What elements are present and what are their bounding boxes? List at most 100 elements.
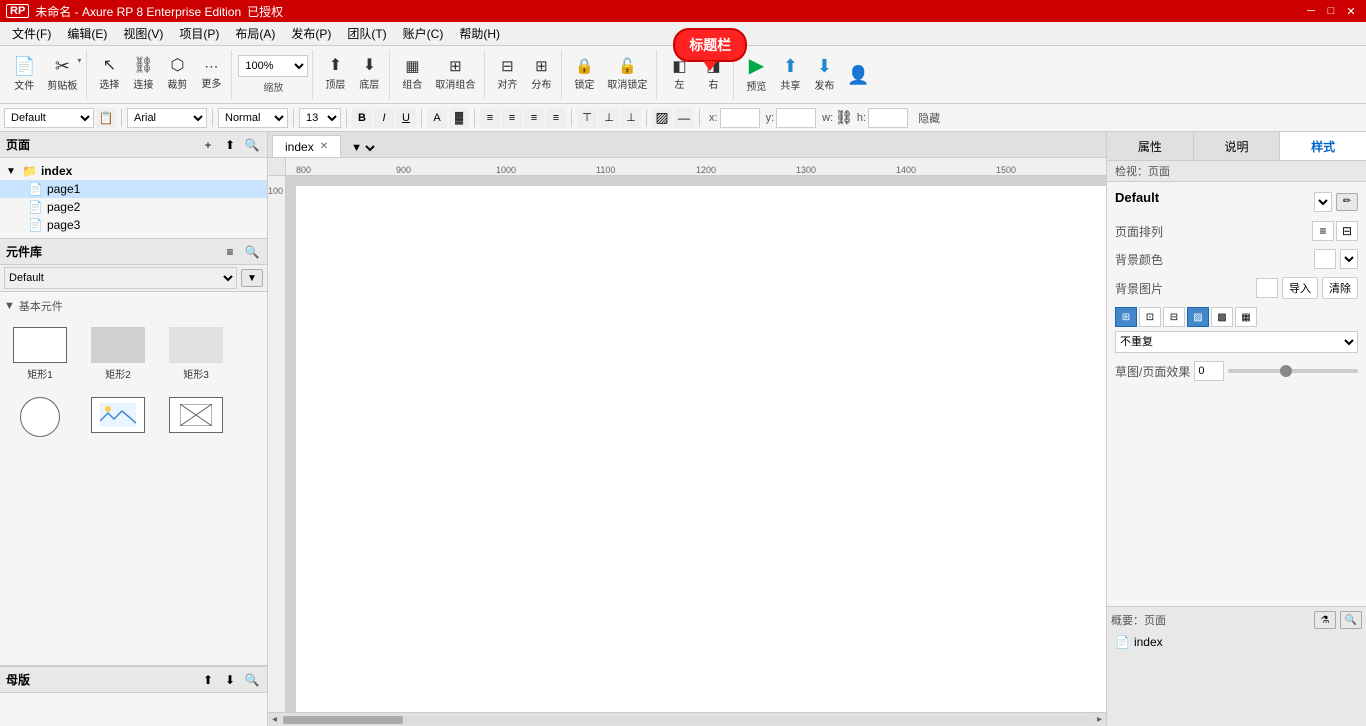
- toolbar-btn-connect[interactable]: ⛓ 连接: [127, 53, 159, 97]
- library-arrow-button[interactable]: ▼: [241, 269, 263, 287]
- component-rect3[interactable]: 矩形3: [160, 322, 232, 386]
- italic-button[interactable]: I: [374, 108, 394, 128]
- component-circle[interactable]: [4, 392, 76, 445]
- menu-team[interactable]: 团队(T): [339, 23, 394, 44]
- bg-effect-input[interactable]: [1194, 361, 1224, 381]
- toolbar-btn-select[interactable]: ↖ 选择: [93, 53, 125, 97]
- toolbar-btn-ungroup[interactable]: ⊞ 取消组合: [430, 53, 480, 97]
- bg-image-clear-button[interactable]: 清除: [1322, 277, 1358, 299]
- highlight-button[interactable]: ▓: [449, 108, 469, 128]
- menu-edit[interactable]: 编辑(E): [59, 23, 115, 44]
- page-root[interactable]: ▼ 📁 index: [0, 162, 267, 180]
- toolbar-btn-share[interactable]: ⬆ 共享: [774, 53, 806, 97]
- bold-button[interactable]: B: [352, 108, 372, 128]
- zoom-select[interactable]: 100% 75% 50% 150% 200%: [238, 55, 308, 77]
- style-manage-button[interactable]: 📋: [96, 108, 116, 128]
- toolbar-btn-clipboard[interactable]: ✂ 剪贴板 ▾: [42, 53, 82, 97]
- menu-project[interactable]: 项目(P): [171, 23, 227, 44]
- bg-color-swatch[interactable]: [1314, 249, 1336, 269]
- h-input[interactable]: [868, 108, 908, 128]
- components-menu-button[interactable]: ≡: [221, 243, 239, 261]
- font-select[interactable]: Arial: [127, 108, 207, 128]
- toolbar-btn-preview[interactable]: ▶ 预览: [740, 53, 772, 97]
- menu-help[interactable]: 帮助(H): [451, 23, 508, 44]
- align-right-button[interactable]: ≡: [524, 108, 544, 128]
- underline-button[interactable]: U: [396, 108, 416, 128]
- toolbar-btn-top[interactable]: ⬆ 顶层: [319, 53, 351, 97]
- masters-add-button[interactable]: ⬆: [199, 671, 217, 689]
- align-center-button[interactable]: ≡: [502, 108, 522, 128]
- masters-import-button[interactable]: ⬇: [221, 671, 239, 689]
- y-input[interactable]: [776, 108, 816, 128]
- h-scrollbar-track[interactable]: [283, 716, 1091, 724]
- toolbar-btn-publish[interactable]: ⬇ 发布: [808, 53, 840, 97]
- restore-button[interactable]: □: [1322, 3, 1340, 19]
- style-edit-button[interactable]: ✏: [1336, 193, 1358, 211]
- canvas-tab-close-button[interactable]: ✕: [320, 141, 328, 152]
- components-search-button[interactable]: 🔍: [243, 243, 261, 261]
- tile-btn-2[interactable]: ⊡: [1139, 307, 1161, 327]
- line-color-button[interactable]: —: [674, 108, 694, 128]
- canvas-tab-index[interactable]: index ✕: [272, 135, 341, 157]
- toolbar-btn-group[interactable]: ▦ 组合: [396, 53, 428, 97]
- scroll-right-arrow[interactable]: ▸: [1093, 714, 1106, 725]
- toolbar-btn-crop[interactable]: ⬡ 裁剪: [161, 53, 193, 97]
- effect-slider[interactable]: [1228, 369, 1358, 373]
- bg-image-import-button[interactable]: 导入: [1282, 277, 1318, 299]
- layout-rows-button[interactable]: ⊟: [1336, 221, 1358, 241]
- valign-top-button[interactable]: ⊤: [577, 108, 597, 128]
- font-color-button[interactable]: A: [427, 108, 447, 128]
- menu-account[interactable]: 账户(C): [395, 23, 452, 44]
- component-placeholder[interactable]: [160, 392, 232, 445]
- tile-btn-4[interactable]: ▨: [1187, 307, 1209, 327]
- canvas-viewport[interactable]: [286, 176, 1106, 712]
- toolbar-btn-right[interactable]: ◨ 右: [697, 53, 729, 97]
- component-image[interactable]: [82, 392, 154, 445]
- minimize-button[interactable]: ─: [1302, 3, 1320, 19]
- pages-add-button[interactable]: +: [199, 136, 217, 154]
- canvas-tab-scroll[interactable]: ▼: [347, 139, 378, 157]
- pages-search-button[interactable]: 🔍: [243, 136, 261, 154]
- component-rect2[interactable]: 矩形2: [82, 322, 154, 386]
- outline-filter-button[interactable]: ⚗: [1314, 611, 1336, 629]
- x-input[interactable]: [720, 108, 760, 128]
- close-button[interactable]: ✕: [1342, 3, 1360, 19]
- tile-btn-3[interactable]: ⊟: [1163, 307, 1185, 327]
- tile-btn-1[interactable]: ⊞: [1115, 307, 1137, 327]
- pages-export-button[interactable]: ⬆: [221, 136, 239, 154]
- right-tab-notes[interactable]: 说明: [1194, 132, 1281, 160]
- page-item-page1[interactable]: 📄 page1: [0, 180, 267, 198]
- page-item-page3[interactable]: 📄 page3: [0, 216, 267, 234]
- masters-search-button[interactable]: 🔍: [243, 671, 261, 689]
- right-tab-properties[interactable]: 属性: [1107, 132, 1194, 160]
- size-select[interactable]: 13 10 12 14 16 18: [299, 108, 341, 128]
- menu-file[interactable]: 文件(F): [4, 23, 59, 44]
- toolbar-btn-account[interactable]: 👤: [842, 53, 874, 97]
- align-left-button[interactable]: ≡: [480, 108, 500, 128]
- fill-color-button[interactable]: ▨: [652, 108, 672, 128]
- component-rect1[interactable]: 矩形1: [4, 322, 76, 386]
- menu-view[interactable]: 视图(V): [115, 23, 171, 44]
- menu-publish[interactable]: 发布(P): [283, 23, 339, 44]
- toolbar-btn-new[interactable]: 📄 文件: [8, 53, 40, 97]
- toolbar-btn-left[interactable]: ◧ 左: [663, 53, 695, 97]
- toolbar-btn-unlock[interactable]: 🔓 取消锁定: [602, 53, 652, 97]
- right-tab-style[interactable]: 样式: [1280, 132, 1366, 160]
- library-select[interactable]: Default: [4, 267, 237, 289]
- style-select[interactable]: Default: [4, 108, 94, 128]
- align-justify-button[interactable]: ≡: [546, 108, 566, 128]
- toolbar-btn-bottom[interactable]: ⬇ 底层: [353, 53, 385, 97]
- bg-color-dropdown[interactable]: ▾: [1340, 249, 1358, 269]
- style-title-dropdown[interactable]: ▾: [1314, 192, 1332, 212]
- tile-btn-6[interactable]: ▦: [1235, 307, 1257, 327]
- layout-columns-button[interactable]: ≡: [1312, 221, 1334, 241]
- valign-bottom-button[interactable]: ⊥: [621, 108, 641, 128]
- outline-item-index[interactable]: 📄 index: [1111, 633, 1362, 651]
- outline-search-button[interactable]: 🔍: [1340, 611, 1362, 629]
- toolbar-btn-lock[interactable]: 🔒 锁定: [568, 53, 600, 97]
- h-scrollbar-thumb[interactable]: [283, 716, 403, 724]
- valign-middle-button[interactable]: ⊥: [599, 108, 619, 128]
- toolbar-btn-more[interactable]: ⋯ 更多: [195, 53, 227, 97]
- toolbar-btn-align[interactable]: ⊟ 对齐: [491, 53, 523, 97]
- page-item-page2[interactable]: 📄 page2: [0, 198, 267, 216]
